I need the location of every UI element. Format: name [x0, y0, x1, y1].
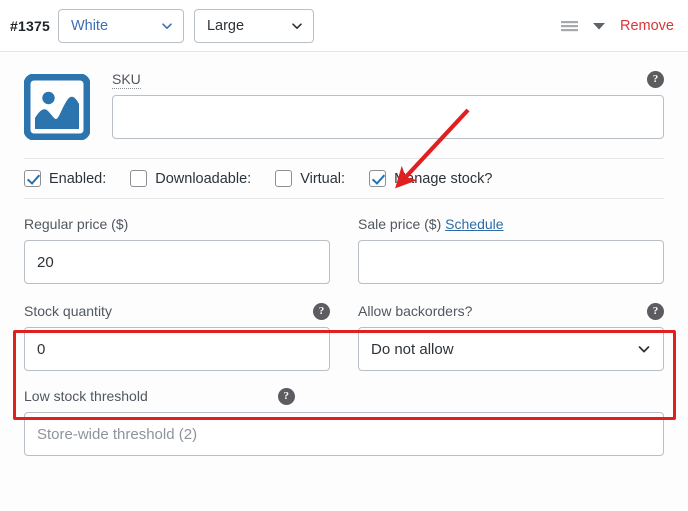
sale-price-field: Sale price ($) Schedule: [358, 215, 664, 284]
regular-price-label: Regular price ($): [24, 216, 129, 232]
manage-stock-checkbox[interactable]: [369, 170, 387, 187]
backorders-label-row: Allow backorders? ?: [358, 302, 664, 320]
stock-quantity-field: Stock quantity ?: [24, 302, 330, 371]
schedule-sale-link[interactable]: Schedule: [445, 216, 503, 232]
help-tip-icon[interactable]: ?: [647, 70, 664, 88]
backorders-field: Allow backorders? ? Do not allow: [358, 302, 664, 371]
virtual-checkbox[interactable]: [275, 170, 293, 187]
stock-fields-row: Stock quantity ? Allow backorders? ? Do …: [0, 302, 688, 371]
sku-label: SKU: [112, 70, 141, 89]
chevron-down-icon: [637, 342, 651, 356]
color-attribute-select[interactable]: White: [57, 8, 184, 43]
variation-id-label: #1375: [10, 17, 50, 34]
low-stock-threshold-input[interactable]: [24, 412, 664, 456]
sale-price-label-row: Sale price ($) Schedule: [358, 215, 664, 233]
color-attribute-value: White: [70, 17, 109, 34]
backorders-selected-value: Do not allow: [371, 340, 454, 358]
low-stock-threshold-field: Low stock threshold ?: [0, 387, 688, 456]
image-placeholder-icon[interactable]: [23, 73, 91, 141]
backorders-label: Allow backorders?: [358, 303, 473, 319]
sku-label-row: SKU ?: [112, 70, 664, 89]
price-fields-row: Regular price ($) Sale price ($) Schedul…: [0, 215, 688, 284]
low-stock-label-row: Low stock threshold ?: [24, 387, 664, 405]
help-tip-icon[interactable]: ?: [313, 302, 330, 320]
variation-body: SKU ? Enabled: Downloadable: Virtual: Ma…: [0, 52, 688, 511]
virtual-checkbox-label: Virtual:: [300, 170, 346, 187]
virtual-checkbox-item[interactable]: Virtual:: [275, 170, 345, 187]
help-tip-icon[interactable]: ?: [277, 387, 295, 405]
variation-image-column: [23, 70, 106, 141]
downloadable-checkbox-label: Downloadable:: [155, 170, 252, 187]
size-attribute-value: Large: [206, 17, 245, 34]
product-variation-panel: #1375 White Large Remove SKU ? Enabled: …: [0, 0, 688, 511]
chevron-down-icon[interactable]: [592, 21, 606, 31]
sale-price-input[interactable]: [358, 240, 664, 284]
size-attribute-select[interactable]: Large: [193, 8, 314, 43]
remove-variation-link[interactable]: Remove: [620, 18, 674, 34]
sku-column: SKU ?: [106, 70, 664, 140]
enabled-checkbox[interactable]: [24, 170, 41, 187]
stock-quantity-label: Stock quantity: [24, 303, 112, 319]
sku-label-text: SKU: [112, 71, 141, 89]
chevron-down-icon: [161, 20, 173, 32]
regular-price-input[interactable]: [24, 240, 330, 284]
regular-price-field: Regular price ($): [24, 215, 330, 284]
header-actions: Remove: [561, 18, 676, 34]
downloadable-checkbox-item[interactable]: Downloadable:: [130, 170, 251, 187]
variation-toggles-row: Enabled: Downloadable: Virtual: Manage s…: [24, 158, 664, 199]
variation-header: #1375 White Large Remove: [0, 0, 688, 52]
hamburger-drag-icon[interactable]: [561, 20, 578, 32]
sku-input[interactable]: [112, 95, 664, 139]
manage-stock-checkbox-label: Manage stock?: [394, 170, 493, 187]
enabled-checkbox-label: Enabled:: [49, 170, 107, 187]
stock-quantity-input[interactable]: [24, 327, 330, 371]
stock-quantity-label-row: Stock quantity ?: [24, 302, 330, 320]
sale-price-label: Sale price ($): [358, 216, 442, 232]
low-stock-threshold-label: Low stock threshold: [24, 388, 148, 404]
image-and-sku-row: SKU ?: [0, 52, 688, 144]
manage-stock-checkbox-item[interactable]: Manage stock?: [369, 170, 492, 187]
chevron-down-icon: [291, 20, 303, 32]
downloadable-checkbox[interactable]: [130, 170, 148, 187]
help-tip-icon[interactable]: ?: [647, 302, 664, 320]
backorders-select[interactable]: Do not allow: [358, 327, 664, 371]
enabled-checkbox-item[interactable]: Enabled:: [24, 170, 106, 187]
